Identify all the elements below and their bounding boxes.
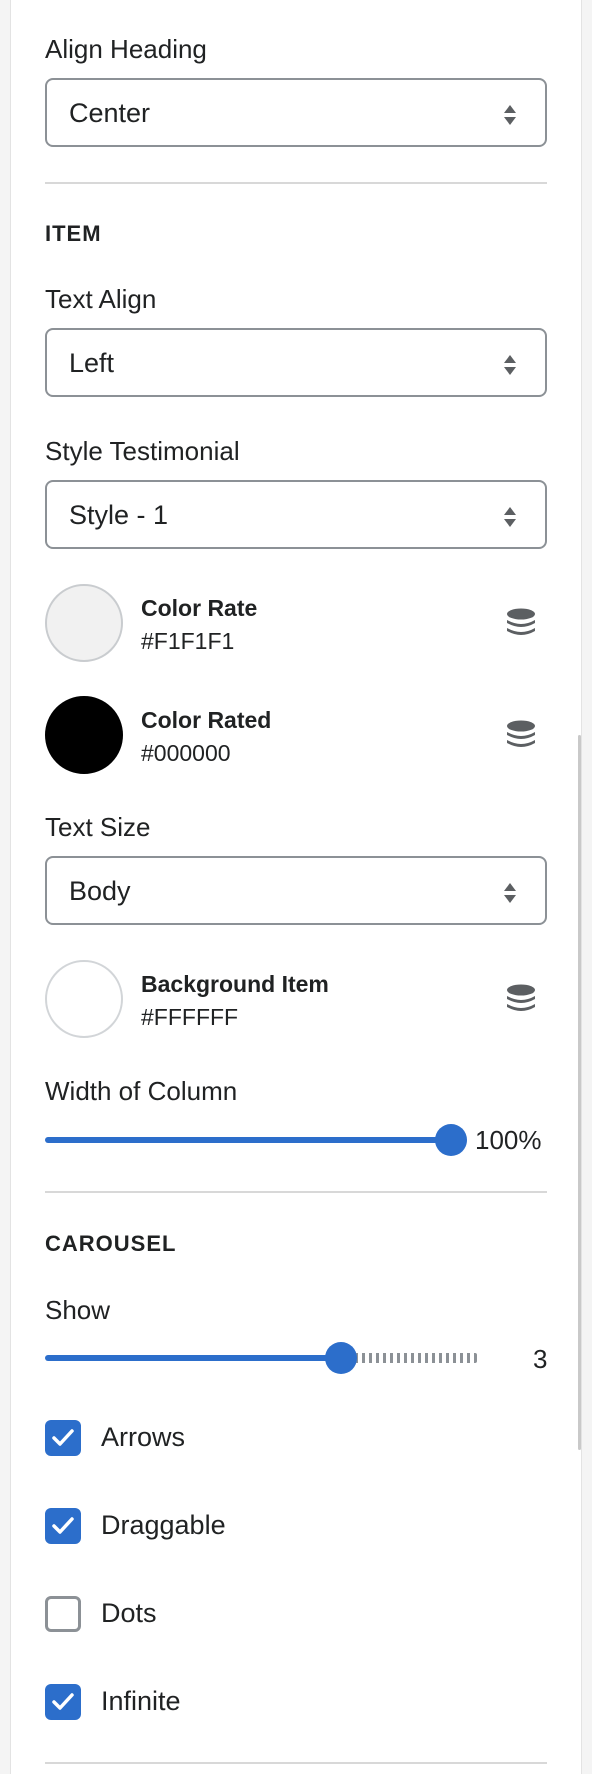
dots-checkbox[interactable] <box>45 1596 81 1632</box>
width-slider-value: 100% <box>475 1125 542 1155</box>
checkmark-icon <box>52 1693 74 1710</box>
color-rated-name: Color Rated <box>141 707 272 733</box>
checkmark-icon <box>52 1429 74 1446</box>
draggable-checkbox[interactable] <box>45 1508 81 1544</box>
align-heading-label: Align Heading <box>45 34 207 64</box>
divider <box>45 1191 547 1193</box>
style-testimonial-select[interactable]: Style - 1 <box>45 480 547 549</box>
show-slider-track[interactable] <box>341 1353 477 1363</box>
arrows-label[interactable]: Arrows <box>101 1422 185 1453</box>
show-label: Show <box>45 1295 111 1325</box>
color-rate-swatch[interactable] <box>45 584 123 662</box>
color-rated-swatch[interactable] <box>45 696 123 774</box>
style-testimonial-value: Style - 1 <box>69 500 169 530</box>
text-size-value: Body <box>69 876 131 906</box>
settings-panel: Align Heading Center ITEM Text Align Lef… <box>10 0 582 1774</box>
draggable-label[interactable]: Draggable <box>101 1510 226 1541</box>
width-slider-thumb[interactable] <box>435 1124 467 1156</box>
select-arrows-icon <box>504 355 516 375</box>
database-icon[interactable] <box>505 607 537 639</box>
width-of-column-label: Width of Column <box>45 1076 238 1106</box>
divider <box>45 182 547 184</box>
dots-label[interactable]: Dots <box>101 1598 157 1629</box>
align-heading-select[interactable]: Center <box>45 78 547 147</box>
database-icon[interactable] <box>505 719 537 751</box>
style-testimonial-label: Style Testimonial <box>45 436 240 466</box>
carousel-section-title: CAROUSEL <box>45 1231 177 1256</box>
infinite-label[interactable]: Infinite <box>101 1686 181 1717</box>
checkmark-icon <box>52 1517 74 1534</box>
arrows-checkbox[interactable] <box>45 1420 81 1456</box>
text-align-label: Text Align <box>45 284 157 314</box>
color-rate-name: Color Rate <box>141 595 258 621</box>
divider <box>45 1762 547 1764</box>
select-arrows-icon <box>504 883 516 903</box>
show-slider-fill[interactable] <box>45 1355 341 1361</box>
select-arrows-icon <box>504 105 516 125</box>
color-rate-hex: #F1F1F1 <box>141 628 235 654</box>
text-align-value: Left <box>69 348 115 378</box>
show-slider-thumb[interactable] <box>325 1342 357 1374</box>
database-icon[interactable] <box>505 983 537 1015</box>
background-item-name: Background Item <box>141 971 329 997</box>
text-size-select[interactable]: Body <box>45 856 547 925</box>
align-heading-value: Center <box>69 98 151 128</box>
show-slider-value: 3 <box>533 1344 548 1374</box>
infinite-checkbox[interactable] <box>45 1684 81 1720</box>
background-item-swatch[interactable] <box>45 960 123 1038</box>
scrollbar[interactable] <box>578 735 581 1450</box>
item-section-title: ITEM <box>45 221 102 246</box>
width-slider-track[interactable] <box>45 1137 451 1143</box>
text-size-label: Text Size <box>45 812 151 842</box>
text-align-select[interactable]: Left <box>45 328 547 397</box>
background-item-hex: #FFFFFF <box>141 1004 239 1030</box>
color-rated-hex: #000000 <box>141 740 231 766</box>
select-arrows-icon <box>504 507 516 527</box>
